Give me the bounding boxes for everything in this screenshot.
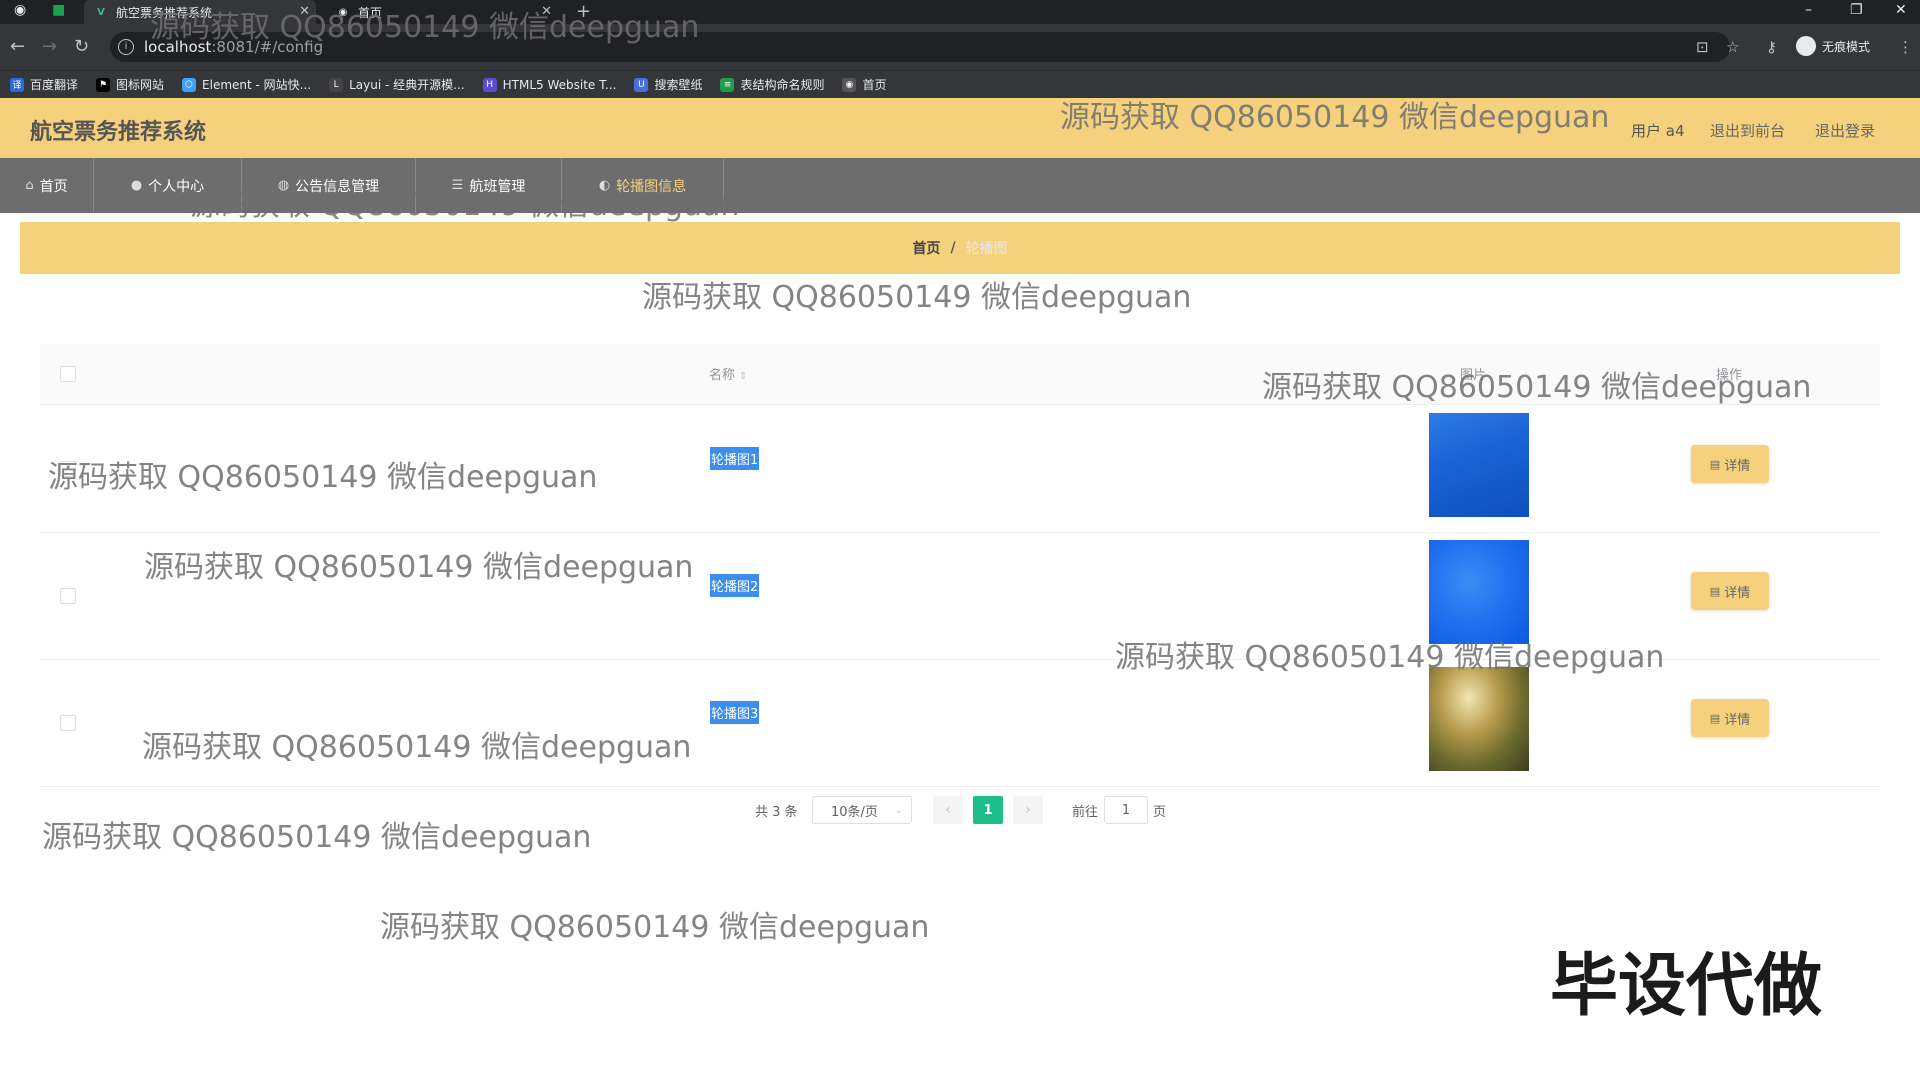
star-icon[interactable]: ☆	[1726, 38, 1739, 56]
user-icon: ●	[130, 178, 143, 193]
bookmark-item[interactable]: ⚑ 图标网站	[96, 76, 164, 93]
table-icon: ≡	[720, 77, 735, 92]
bookmark-item[interactable]: L Layui - 经典开源模...	[329, 76, 465, 93]
bookmark-item[interactable]: ≡ 表结构命名规则	[720, 76, 824, 93]
back-to-frontend-link[interactable]: 退出到前台	[1710, 120, 1785, 141]
breadcrumb: 首页 / 轮播图	[20, 222, 1900, 274]
element-icon: ⬡	[182, 77, 197, 92]
row-name: 轮播图1	[710, 447, 760, 470]
sort-icon[interactable]: ⇕	[739, 371, 747, 382]
goto-page-input[interactable]: 1	[1104, 796, 1148, 824]
chevron-left-icon: ‹	[945, 802, 951, 818]
row-thumbnail	[1429, 667, 1529, 771]
app-header: 航空票务推荐系统 用户 a4 退出到前台 退出登录	[0, 98, 1920, 158]
row-thumbnail	[1429, 413, 1529, 517]
corner-stamp: 毕设代做	[1550, 947, 1823, 1026]
detail-button[interactable]: ▤ 详情	[1691, 445, 1769, 483]
page-size-select[interactable]: 10条/页 ⌄	[812, 796, 912, 824]
page-suffix: 页	[1153, 804, 1167, 820]
detail-button[interactable]: ▤ 详情	[1691, 699, 1769, 737]
bookmarks-bar: 译百度翻译 ⚑ 图标网站 ⬡ Element - 网站快... L Layui - 经…	[0, 70, 1920, 98]
next-page-button[interactable]: ›	[1013, 796, 1043, 824]
html5-icon: H	[482, 77, 497, 92]
forward-icon[interactable]: →	[42, 36, 57, 57]
chevron-right-icon: ›	[1025, 802, 1031, 818]
watermark-text: 源码获取 QQ86050149 微信deepguan	[190, 188, 740, 223]
pagination-total: 共 3 条	[755, 804, 798, 820]
wallpaper-icon: U	[634, 77, 649, 92]
row-name: 轮播图2	[710, 574, 760, 597]
breadcrumb-current: 轮播图	[965, 241, 1008, 257]
bookmark-item[interactable]: U 搜索壁纸	[634, 76, 702, 93]
minimize-icon[interactable]: –	[1805, 2, 1812, 18]
translate-icon[interactable]: ⊡	[1696, 38, 1709, 56]
document-icon: ▤	[1709, 584, 1721, 598]
incognito-icon	[1796, 36, 1816, 56]
watermark-text: 源码获取 QQ86050149 微信deepguan	[1262, 370, 1812, 405]
bookmark-item[interactable]: ⬡ Element - 网站快...	[182, 76, 311, 93]
info-icon[interactable]: i	[118, 39, 134, 55]
document-icon: ▤	[1709, 457, 1721, 471]
reload-icon[interactable]: ↻	[74, 36, 89, 57]
row-name: 轮播图3	[710, 701, 760, 724]
vue-icon: V	[97, 6, 105, 18]
layui-icon: L	[329, 77, 344, 92]
select-all-checkbox[interactable]	[60, 366, 76, 382]
row-thumbnail	[1429, 540, 1529, 644]
watermark-text: 源码获取 QQ86050149 微信deepguan	[1060, 100, 1610, 135]
bookmark-item[interactable]: ◉ 首页	[842, 76, 887, 93]
key-icon[interactable]: ⚷	[1766, 38, 1777, 56]
app-title: 航空票务推荐系统	[30, 120, 207, 145]
breadcrumb-separator: /	[950, 240, 956, 256]
watermark-text: 源码获取 QQ86050149 微信deepguan	[1115, 640, 1665, 675]
tab-group-icon[interactable]: ■	[52, 2, 65, 18]
chevron-down-icon: ⌄	[894, 804, 903, 816]
watermark-text: 源码获取 QQ86050149 微信deepguan	[142, 730, 692, 765]
row-checkbox[interactable]	[60, 715, 76, 731]
incognito-indicator[interactable]: 无痕模式	[1796, 36, 1870, 56]
user-label: 用户 a4	[1631, 122, 1685, 140]
document-icon: ▤	[1709, 711, 1721, 725]
row-checkbox[interactable]	[60, 588, 76, 604]
back-icon[interactable]: ←	[10, 36, 25, 57]
bookmark-item[interactable]: H HTML5 Website T...	[482, 77, 616, 92]
bookmark-item[interactable]: 译百度翻译	[10, 76, 78, 93]
restore-icon[interactable]: ❐	[1850, 2, 1863, 18]
prev-page-button[interactable]: ‹	[933, 796, 963, 824]
flag-icon: ⚑	[96, 77, 111, 92]
column-header-name[interactable]: 名称 ⇕	[709, 364, 748, 383]
window-close-icon[interactable]: ✕	[1895, 2, 1907, 18]
translate-icon: 译	[10, 77, 24, 92]
watermark-text: 源码获取 QQ86050149 微信deepguan	[150, 10, 700, 45]
watermark-text: 源码获取 QQ86050149 微信deepguan	[380, 910, 930, 945]
watermark-text: 源码获取 QQ86050149 微信deepguan	[144, 550, 694, 585]
page-number-current[interactable]: 1	[973, 796, 1003, 824]
incognito-label: 无痕模式	[1822, 39, 1871, 54]
globe-icon: ◉	[842, 77, 857, 92]
breadcrumb-home[interactable]: 首页	[912, 238, 940, 258]
nav-item-home[interactable]: ⌂ 首页	[0, 158, 94, 213]
watermark-text: 源码获取 QQ86050149 微信deepguan	[42, 820, 592, 855]
logout-link[interactable]: 退出登录	[1815, 120, 1875, 141]
watermark-text: 源码获取 QQ86050149 微信deepguan	[642, 280, 1192, 315]
goto-label: 前往	[1072, 804, 1099, 820]
detail-button[interactable]: ▤ 详情	[1691, 572, 1769, 610]
watermark-text: 源码获取 QQ86050149 微信deepguan	[48, 460, 598, 495]
more-icon[interactable]: ⋮	[1898, 38, 1913, 56]
chrome-icon: ◉	[14, 2, 27, 18]
home-icon: ⌂	[25, 178, 34, 193]
